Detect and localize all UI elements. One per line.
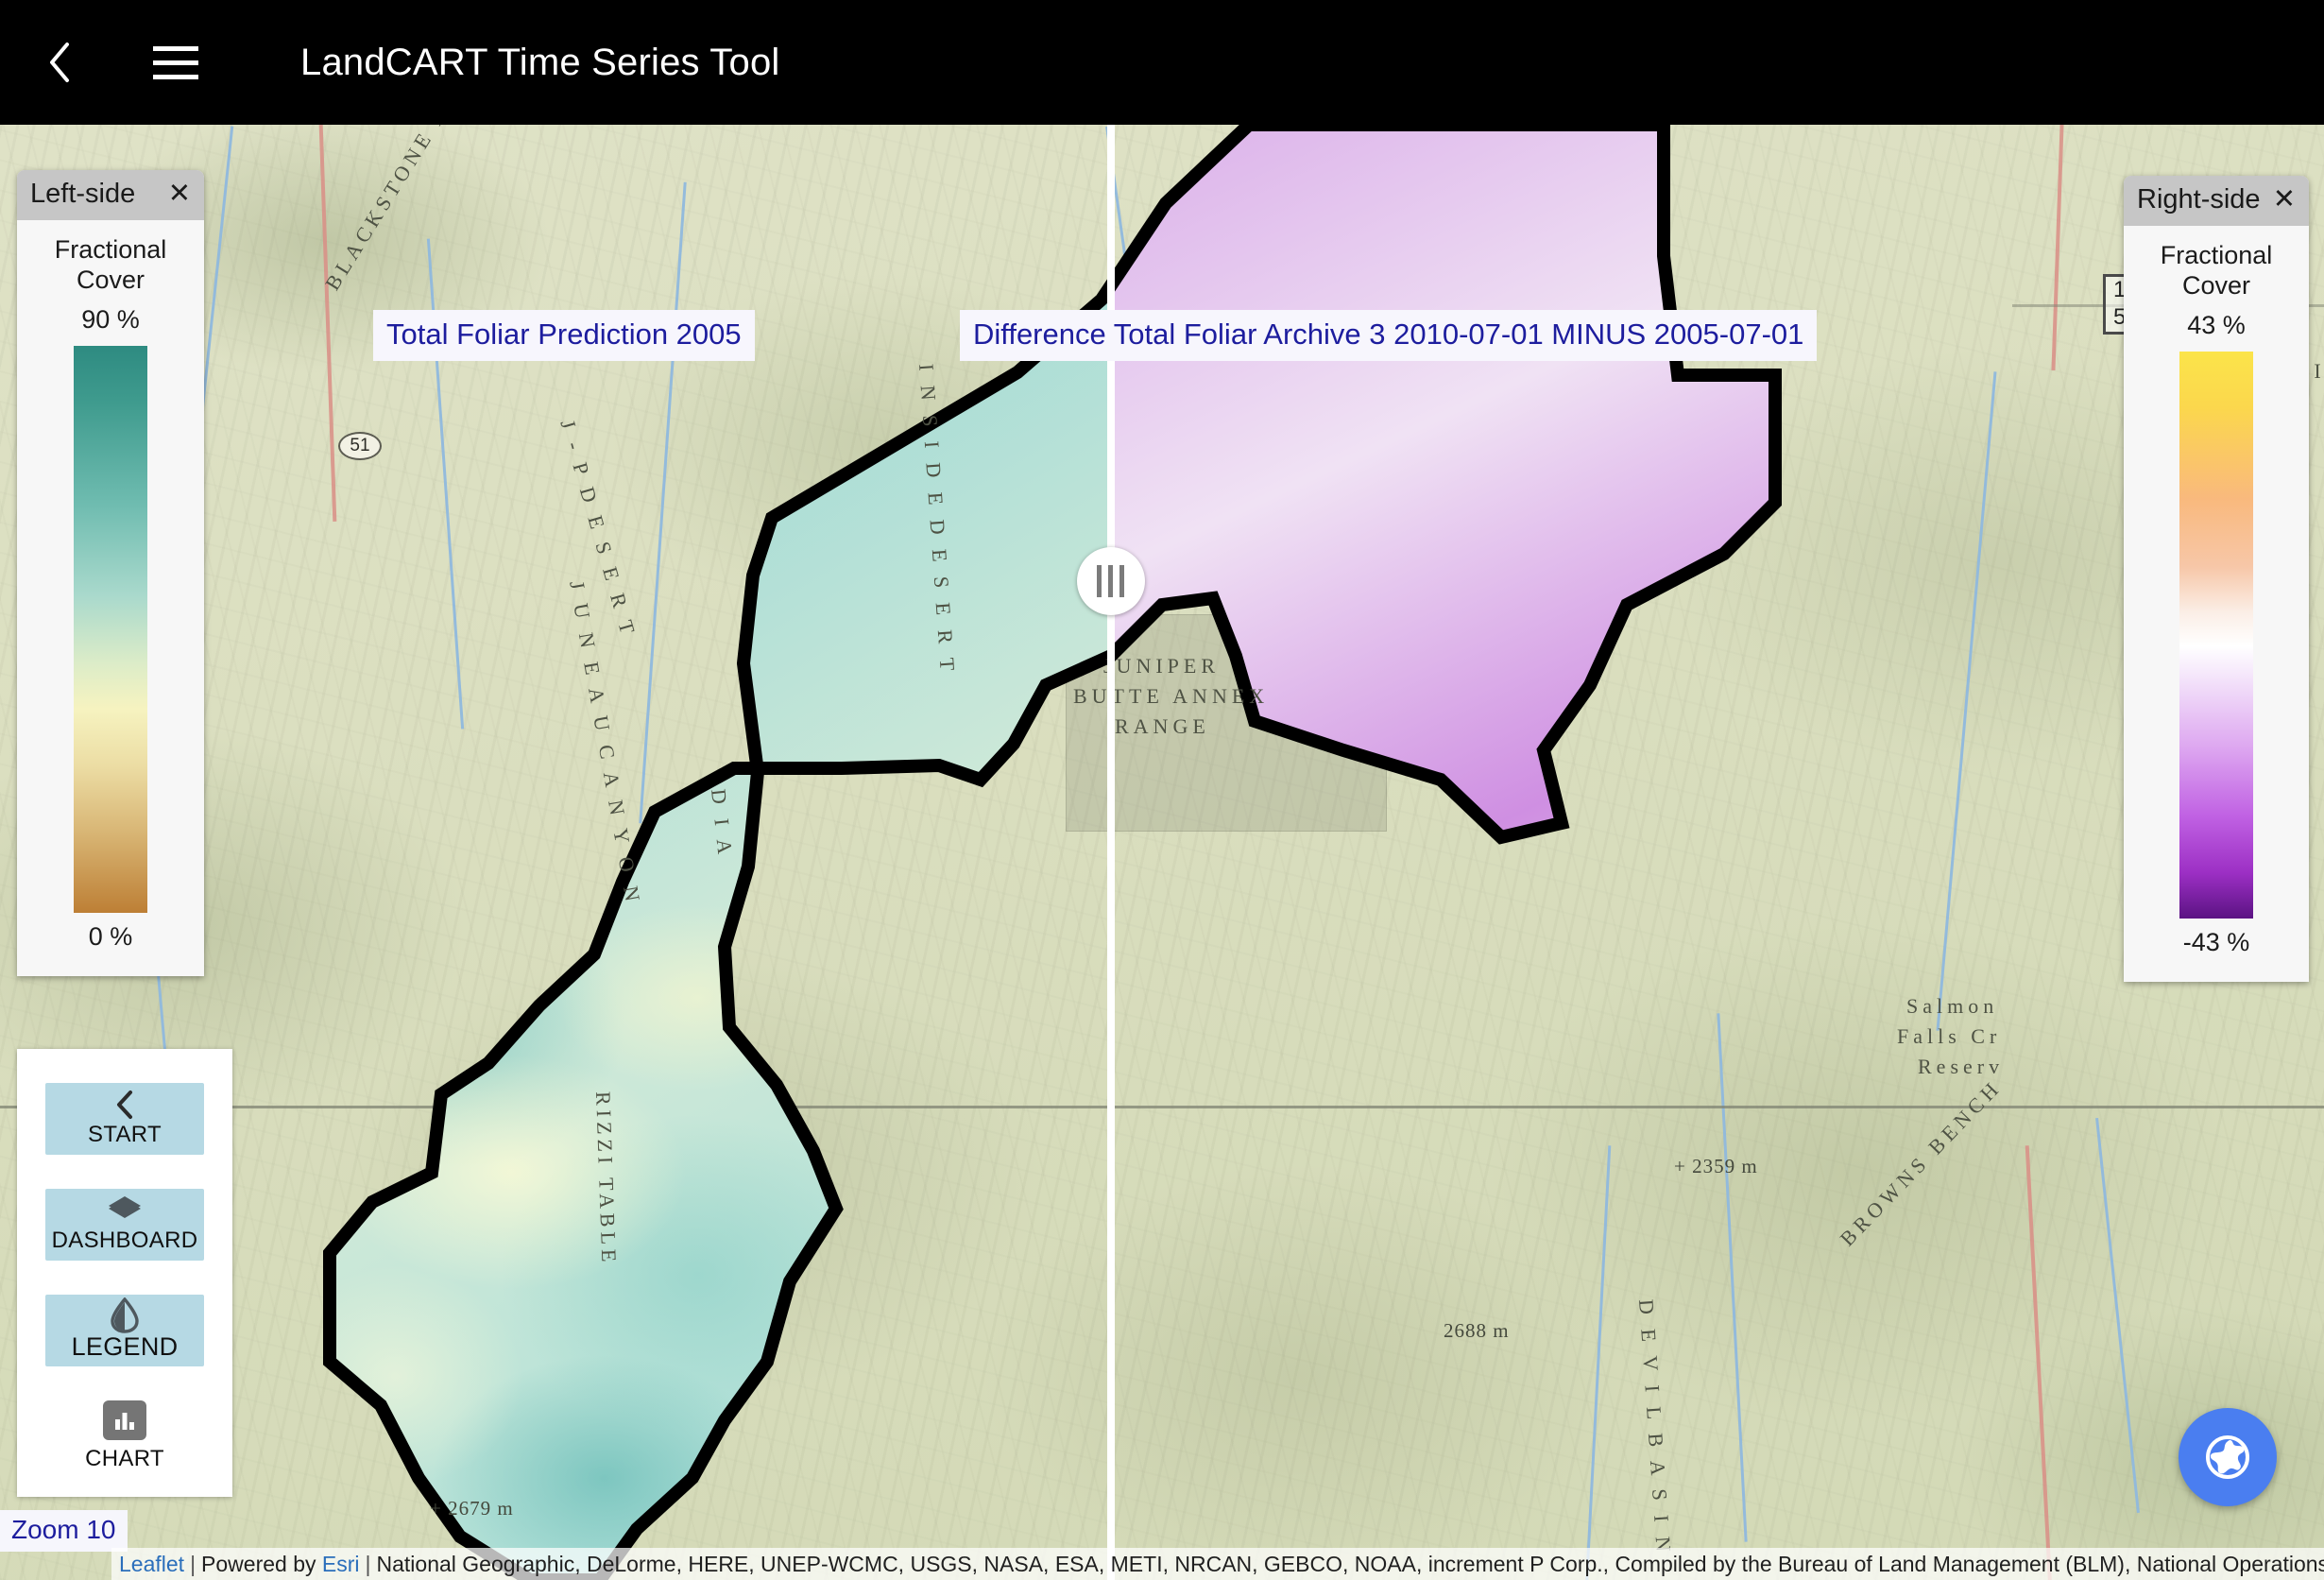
route-shield: 51 xyxy=(338,432,382,460)
chart-button-label: CHART xyxy=(85,1446,164,1471)
left-layer-title: Total Foliar Prediction 2005 xyxy=(373,310,755,361)
layers-icon xyxy=(107,1195,143,1226)
attribution-separator: | xyxy=(190,1552,197,1576)
right-legend-min-label: -43 % xyxy=(2182,927,2250,956)
swipe-handle[interactable] xyxy=(1076,546,1145,615)
swipe-grip-icon xyxy=(1097,564,1102,597)
right-layer-title: Difference Total Foliar Archive 3 2010-0… xyxy=(960,310,1818,361)
chart-button[interactable]: CHART xyxy=(45,1400,204,1472)
left-legend-title: Left-side xyxy=(30,179,136,209)
left-legend-body: Fractional Cover 90 % 0 % xyxy=(17,220,204,976)
right-legend-color-ramp xyxy=(2179,351,2253,919)
hamburger-menu-icon xyxy=(153,74,198,79)
hamburger-menu-icon xyxy=(153,60,198,65)
swipe-grip-icon xyxy=(1108,564,1114,597)
powered-by-label: Powered by xyxy=(201,1552,316,1576)
bar-chart-icon xyxy=(103,1400,146,1440)
globe-icon xyxy=(2206,1435,2249,1479)
basemap-toggle-button[interactable] xyxy=(2179,1408,2277,1506)
right-side-legend-panel: Right-side ✕ Fractional Cover 43 % -43 % xyxy=(2124,176,2309,982)
dashboard-button-label: DASHBOARD xyxy=(51,1228,198,1253)
left-legend-caption-line1: Fractional xyxy=(54,235,167,264)
left-legend-header: Left-side ✕ xyxy=(17,170,204,220)
start-button[interactable]: START xyxy=(45,1083,204,1155)
page-title: LandCART Time Series Tool xyxy=(300,41,780,83)
left-legend-caption-line2: Cover xyxy=(76,265,145,294)
close-icon[interactable]: ✕ xyxy=(2273,186,2296,214)
app-header: LandCART Time Series Tool xyxy=(0,0,2324,125)
route-shield-label: 51 xyxy=(350,436,370,455)
swipe-grip-icon xyxy=(1119,564,1125,597)
legend-button[interactable]: LEGEND xyxy=(45,1295,204,1366)
zoom-level-readout: Zoom 10 xyxy=(0,1510,128,1552)
start-button-label: START xyxy=(88,1122,162,1147)
legend-button-label: LEGEND xyxy=(71,1331,179,1361)
left-legend-min-label: 0 % xyxy=(88,921,133,951)
hamburger-menu-button[interactable] xyxy=(153,32,214,93)
chevron-left-icon xyxy=(112,1090,137,1120)
left-legend-color-ramp xyxy=(74,345,147,913)
back-button[interactable] xyxy=(28,32,89,93)
contrast-droplet-icon xyxy=(110,1297,140,1333)
dashboard-button[interactable]: DASHBOARD xyxy=(45,1189,204,1261)
right-legend-caption-line2: Cover xyxy=(2181,270,2251,300)
attribution-separator: | xyxy=(365,1552,371,1576)
chevron-left-icon xyxy=(50,43,69,82)
map-container[interactable]: BLACKSTONE DESERTJ - P D E S E R TI N S … xyxy=(0,125,2324,1580)
leaflet-link[interactable]: Leaflet xyxy=(119,1552,184,1576)
left-side-legend-panel: Left-side ✕ Fractional Cover 90 % 0 % xyxy=(17,170,204,976)
left-legend-max-label: 90 % xyxy=(81,304,140,334)
esri-link[interactable]: Esri xyxy=(322,1552,360,1576)
map-action-panel: START DASHBOARD LEGEND CHART xyxy=(17,1049,232,1497)
attribution-credits: National Geographic, DeLorme, HERE, UNEP… xyxy=(376,1552,2324,1576)
attribution-bar: Leaflet | Powered by Esri | National Geograp… xyxy=(111,1548,2324,1580)
right-legend-header: Right-side ✕ xyxy=(2124,176,2309,226)
right-legend-body: Fractional Cover 43 % -43 % xyxy=(2124,226,2309,982)
right-legend-max-label: 43 % xyxy=(2187,310,2246,339)
right-legend-caption-line1: Fractional xyxy=(2160,241,2273,269)
close-icon[interactable]: ✕ xyxy=(168,180,191,208)
right-legend-title: Right-side xyxy=(2137,184,2261,215)
hamburger-menu-icon xyxy=(153,45,198,51)
